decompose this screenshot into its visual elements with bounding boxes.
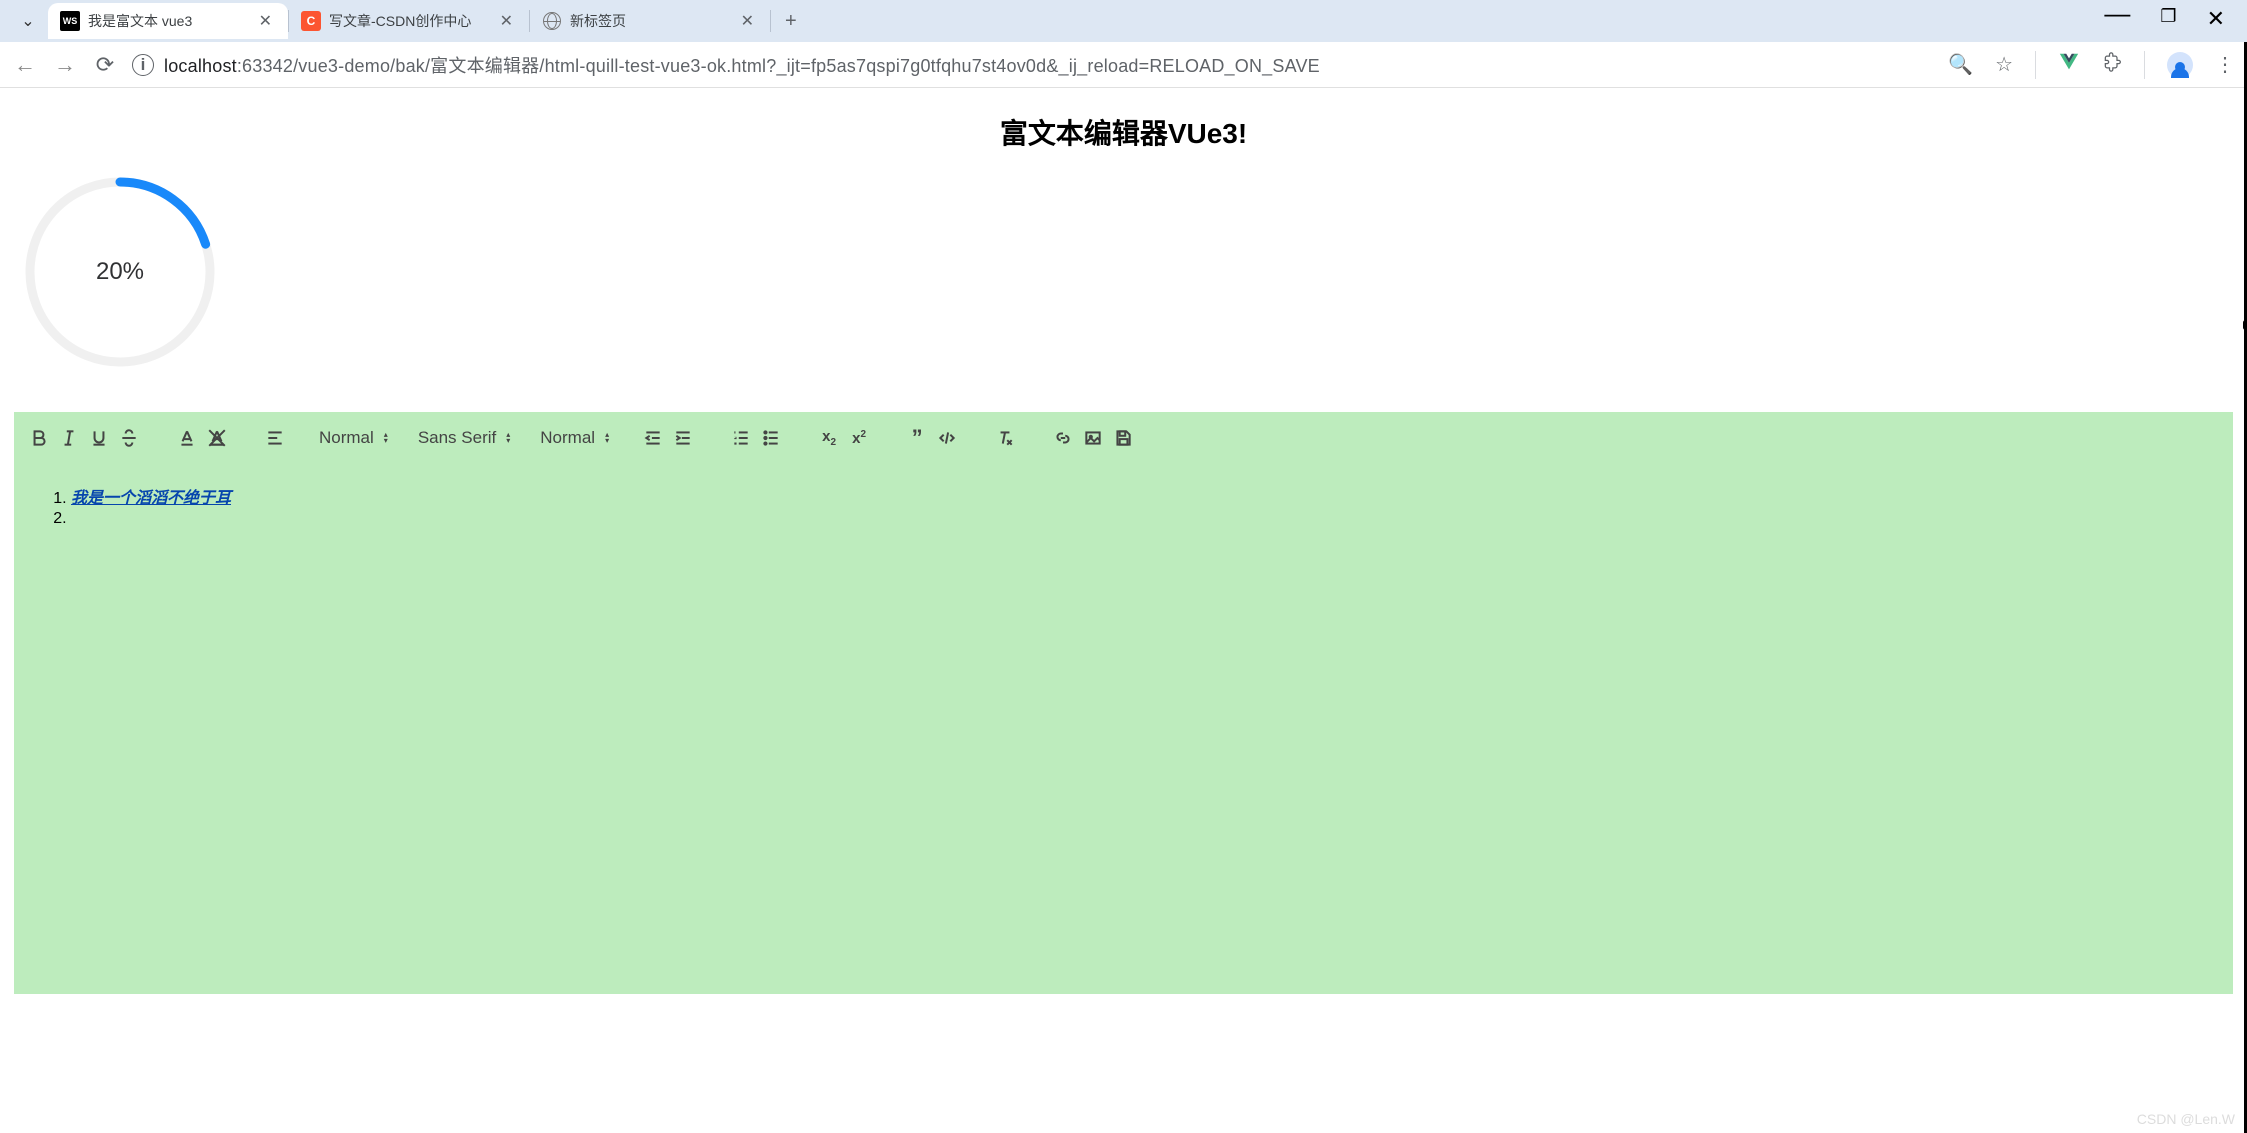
- size-picker[interactable]: Normal ▴▾: [540, 428, 609, 448]
- extensions-icon[interactable]: [2102, 52, 2122, 78]
- tab[interactable]: 新标签页 ✕: [530, 3, 770, 39]
- vue-devtools-icon[interactable]: [2058, 51, 2080, 79]
- browser-nav-bar: ← → ⟳ i localhost:63342/vue3-demo/bak/富文…: [0, 42, 2247, 88]
- font-picker[interactable]: Sans Serif ▴▾: [418, 428, 510, 448]
- new-tab-button[interactable]: +: [771, 10, 811, 33]
- bullet-list-button[interactable]: [757, 424, 785, 452]
- bold-button[interactable]: [25, 424, 53, 452]
- watermark: CSDN @Len.W: [2137, 1111, 2235, 1127]
- save-button[interactable]: [1109, 424, 1137, 452]
- list-item[interactable]: [71, 510, 2216, 528]
- text-color-button[interactable]: [173, 424, 201, 452]
- divider: [2035, 51, 2036, 79]
- tab[interactable]: WS 我是富文本 vue3 ✕: [48, 3, 288, 39]
- outdent-button[interactable]: [639, 424, 667, 452]
- bookmark-star-icon[interactable]: ☆: [1995, 52, 2013, 77]
- forward-button[interactable]: →: [52, 52, 78, 78]
- close-icon[interactable]: ✕: [737, 9, 758, 33]
- divider: [2144, 51, 2145, 79]
- strike-button[interactable]: [115, 424, 143, 452]
- italic-button[interactable]: [55, 424, 83, 452]
- window-controls: — ❐ ✕: [2104, 6, 2239, 37]
- chevron-updown-icon: ▴▾: [506, 432, 510, 444]
- code-block-button[interactable]: [933, 424, 961, 452]
- link-button[interactable]: [1049, 424, 1077, 452]
- profile-avatar[interactable]: [2167, 52, 2193, 78]
- rich-text-editor: Normal ▴▾ Sans Serif ▴▾ Normal ▴▾ x2: [14, 412, 2233, 994]
- close-window-icon[interactable]: ✕: [2207, 6, 2225, 37]
- page-title: 富文本编辑器VUe3!: [16, 112, 2231, 152]
- tab-title: 新标签页: [570, 11, 729, 31]
- image-button[interactable]: [1079, 424, 1107, 452]
- tab-title: 我是富文本 vue3: [88, 11, 247, 31]
- browser-tab-strip: ⌄ WS 我是富文本 vue3 ✕ C 写文章-CSDN创作中心 ✕ 新标签页 …: [0, 0, 2247, 42]
- picker-label: Normal: [319, 428, 374, 448]
- webstorm-icon: WS: [60, 11, 80, 31]
- picker-label: Normal: [540, 428, 595, 448]
- url-text: localhost:63342/vue3-demo/bak/富文本编辑器/htm…: [164, 52, 1320, 78]
- minimize-icon[interactable]: —: [2104, 0, 2130, 29]
- superscript-button[interactable]: x2: [845, 424, 873, 452]
- progress-circle: 20%: [20, 172, 220, 372]
- scrollbar-marker: [2243, 320, 2247, 330]
- list-item[interactable]: 我是一个滔滔不绝于耳: [71, 484, 2216, 508]
- back-button[interactable]: ←: [12, 52, 38, 78]
- underline-button[interactable]: [85, 424, 113, 452]
- editor-content[interactable]: 我是一个滔滔不绝于耳: [14, 464, 2233, 994]
- tab-list-dropdown[interactable]: ⌄: [8, 11, 48, 31]
- chevron-updown-icon: ▴▾: [384, 432, 388, 444]
- reload-button[interactable]: ⟳: [92, 52, 118, 78]
- close-icon[interactable]: ✕: [496, 9, 517, 33]
- tab-title: 写文章-CSDN创作中心: [329, 11, 488, 31]
- editor-toolbar: Normal ▴▾ Sans Serif ▴▾ Normal ▴▾ x2: [14, 412, 2233, 464]
- align-button[interactable]: [261, 424, 289, 452]
- zoom-icon[interactable]: 🔍: [1948, 52, 1973, 77]
- site-info-icon[interactable]: i: [132, 54, 154, 76]
- chevron-updown-icon: ▴▾: [605, 432, 609, 444]
- picker-label: Sans Serif: [418, 428, 496, 448]
- globe-icon: [542, 11, 562, 31]
- csdn-icon: C: [301, 11, 321, 31]
- ordered-list-button[interactable]: [727, 424, 755, 452]
- subscript-button[interactable]: x2: [815, 424, 843, 452]
- background-color-button[interactable]: [203, 424, 231, 452]
- blockquote-button[interactable]: ”: [903, 424, 931, 452]
- tab[interactable]: C 写文章-CSDN创作中心 ✕: [289, 3, 529, 39]
- page-body: 富文本编辑器VUe3! 20% Normal: [0, 88, 2247, 1010]
- close-icon[interactable]: ✕: [255, 9, 276, 33]
- indent-button[interactable]: [669, 424, 697, 452]
- maximize-icon[interactable]: ❐: [2160, 6, 2176, 37]
- address-bar[interactable]: i localhost:63342/vue3-demo/bak/富文本编辑器/h…: [132, 48, 1934, 82]
- clear-format-button[interactable]: [991, 424, 1019, 452]
- chevron-down-icon: ⌄: [21, 11, 34, 31]
- progress-label: 20%: [96, 258, 144, 286]
- header-picker[interactable]: Normal ▴▾: [319, 428, 388, 448]
- menu-icon[interactable]: ⋮: [2215, 52, 2235, 77]
